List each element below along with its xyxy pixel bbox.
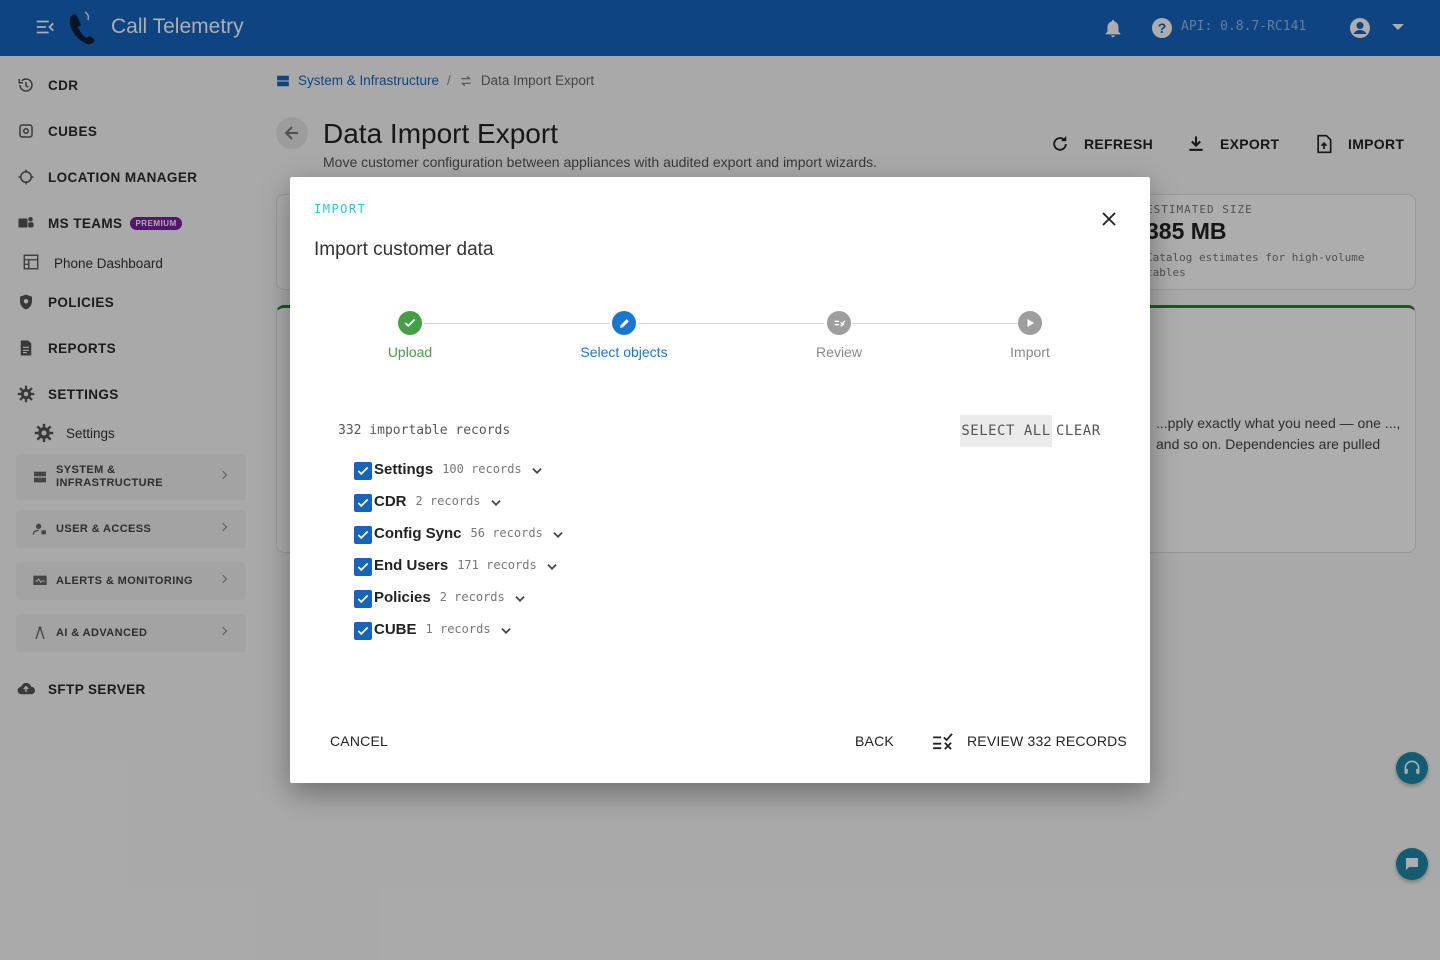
checkbox-checked[interactable] <box>354 526 372 544</box>
checkbox-checked[interactable] <box>354 462 372 480</box>
chevron-down-icon[interactable] <box>499 624 513 638</box>
cancel-button[interactable]: CANCEL <box>330 730 388 752</box>
step-upload[interactable]: Upload <box>335 311 485 360</box>
check-icon <box>398 311 422 335</box>
object-row-cube[interactable]: CUBE 1 records <box>354 618 513 640</box>
select-all-button[interactable]: SELECT ALL <box>960 415 1052 447</box>
play-icon <box>1018 311 1042 335</box>
object-row-cdr[interactable]: CDR 2 records <box>354 490 503 512</box>
step-review[interactable]: Review <box>764 311 914 360</box>
chevron-down-icon[interactable] <box>530 464 544 478</box>
close-icon[interactable] <box>1100 210 1118 228</box>
chevron-down-icon[interactable] <box>513 592 527 606</box>
object-row-policies[interactable]: Policies 2 records <box>354 586 527 608</box>
import-dialog: IMPORT Import customer data Upload Selec… <box>290 177 1150 783</box>
step-import[interactable]: Import <box>955 311 1105 360</box>
chevron-down-icon[interactable] <box>489 496 503 510</box>
checkbox-checked[interactable] <box>354 590 372 608</box>
checkbox-checked[interactable] <box>354 558 372 576</box>
chevron-down-icon[interactable] <box>551 528 565 542</box>
back-step-button[interactable]: BACK <box>855 730 894 752</box>
object-row-end-users[interactable]: End Users 171 records <box>354 554 559 576</box>
review-icon <box>827 311 851 335</box>
checkbox-checked[interactable] <box>354 622 372 640</box>
clear-button[interactable]: CLEAR <box>1056 415 1101 447</box>
dialog-title: Import customer data <box>314 239 494 260</box>
object-row-settings[interactable]: Settings 100 records <box>354 458 544 480</box>
checkbox-checked[interactable] <box>354 494 372 512</box>
chevron-down-icon[interactable] <box>545 560 559 574</box>
dialog-kicker: IMPORT <box>314 202 367 216</box>
step-select-objects[interactable]: Select objects <box>549 311 699 360</box>
object-row-config-sync[interactable]: Config Sync 56 records <box>354 522 565 544</box>
review-list-icon <box>933 733 953 750</box>
importable-count: 332 importable records <box>338 423 511 438</box>
review-records-button[interactable]: REVIEW 332 RECORDS <box>932 730 1127 752</box>
edit-icon <box>612 311 636 335</box>
